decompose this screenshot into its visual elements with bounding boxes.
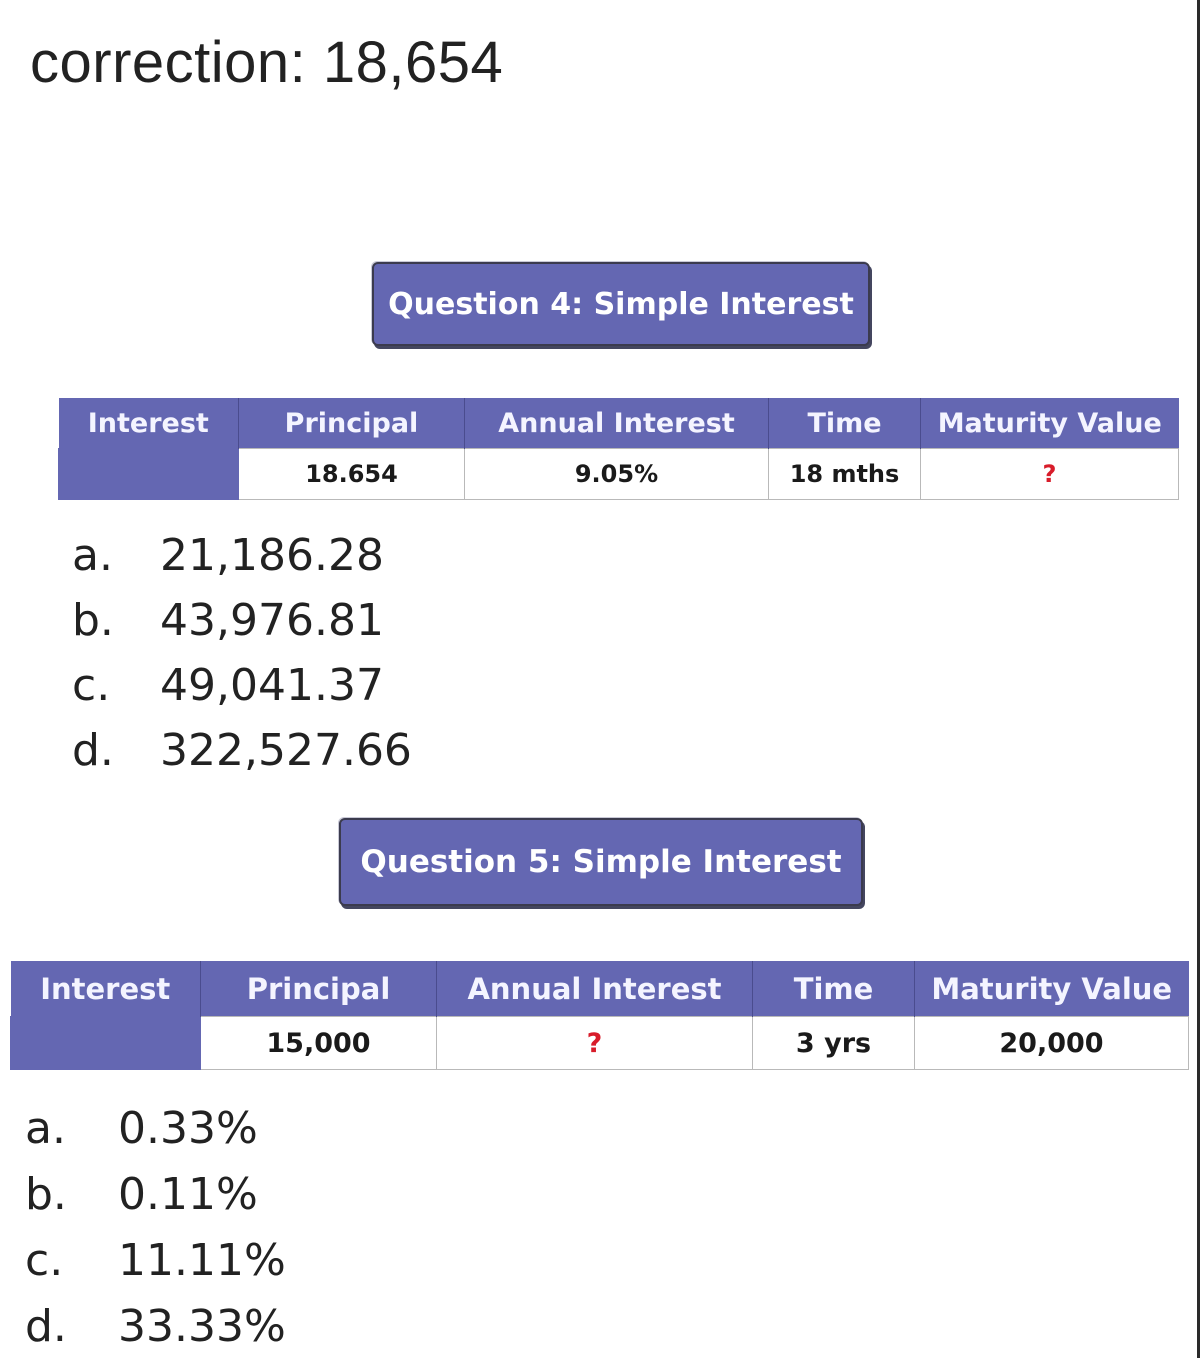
option-letter: b.	[72, 595, 114, 646]
correction-note: correction: 18,654	[30, 30, 504, 95]
option-letter: c.	[25, 1235, 64, 1286]
header-time: Time	[768, 398, 921, 449]
option-letter: d.	[72, 725, 114, 776]
header-annual-interest: Annual Interest	[464, 398, 769, 449]
table-row: 15,000 ? 3 yrs 20,000	[10, 1016, 1189, 1070]
option-a[interactable]: a. 0.33%	[25, 1103, 286, 1169]
option-c[interactable]: c. 11.11%	[25, 1235, 286, 1301]
option-b[interactable]: b. 0.11%	[25, 1169, 286, 1235]
option-value: 0.33%	[118, 1103, 258, 1154]
question-4-table: Interest Principal Annual Interest Time …	[58, 398, 1179, 500]
option-value: 33.33%	[118, 1301, 286, 1352]
option-value: 43,976.81	[160, 595, 384, 646]
option-letter: d.	[25, 1301, 67, 1352]
question-4-options: a. 21,186.28 b. 43,976.81 c. 49,041.37 d…	[72, 530, 412, 790]
header-principal: Principal	[238, 398, 465, 449]
cell-maturity-value: ?	[920, 448, 1179, 500]
option-value: 49,041.37	[160, 660, 384, 711]
header-annual-interest: Annual Interest	[436, 961, 753, 1017]
question-5-table: Interest Principal Annual Interest Time …	[10, 961, 1189, 1070]
question-5-options: a. 0.33% b. 0.11% c. 11.11% d. 33.33%	[25, 1103, 286, 1367]
cell-principal: 15,000	[200, 1016, 437, 1070]
cell-annual-interest: ?	[436, 1016, 753, 1070]
option-letter: c.	[72, 660, 111, 711]
header-time: Time	[752, 961, 915, 1017]
header-interest: Interest	[58, 398, 239, 449]
option-d[interactable]: d. 33.33%	[25, 1301, 286, 1367]
cell-interest	[58, 448, 239, 500]
option-value: 11.11%	[118, 1235, 286, 1286]
option-value: 21,186.28	[160, 530, 384, 581]
header-interest: Interest	[10, 961, 201, 1017]
table-header-row: Interest Principal Annual Interest Time …	[10, 961, 1189, 1017]
option-value: 322,527.66	[160, 725, 412, 776]
option-value: 0.11%	[118, 1169, 258, 1220]
option-c[interactable]: c. 49,041.37	[72, 660, 412, 725]
option-letter: a.	[25, 1103, 66, 1154]
cell-maturity-value: 20,000	[914, 1016, 1189, 1070]
option-letter: b.	[25, 1169, 67, 1220]
table-row: 18.654 9.05% 18 mths ?	[58, 448, 1179, 500]
option-letter: a.	[72, 530, 113, 581]
cell-principal: 18.654	[238, 448, 465, 500]
table-header-row: Interest Principal Annual Interest Time …	[58, 398, 1179, 449]
question-4-title: Question 4: Simple Interest	[388, 286, 854, 322]
header-maturity-value: Maturity Value	[920, 398, 1179, 449]
cell-interest	[10, 1016, 201, 1070]
question-4-banner: Question 4: Simple Interest	[372, 262, 870, 346]
option-a[interactable]: a. 21,186.28	[72, 530, 412, 595]
cell-annual-interest: 9.05%	[464, 448, 769, 500]
header-principal: Principal	[200, 961, 437, 1017]
header-maturity-value: Maturity Value	[914, 961, 1189, 1017]
question-5-title: Question 5: Simple Interest	[360, 844, 842, 880]
cell-time: 3 yrs	[752, 1016, 915, 1070]
question-5-banner: Question 5: Simple Interest	[339, 818, 863, 906]
cell-time: 18 mths	[768, 448, 921, 500]
option-d[interactable]: d. 322,527.66	[72, 725, 412, 790]
option-b[interactable]: b. 43,976.81	[72, 595, 412, 660]
